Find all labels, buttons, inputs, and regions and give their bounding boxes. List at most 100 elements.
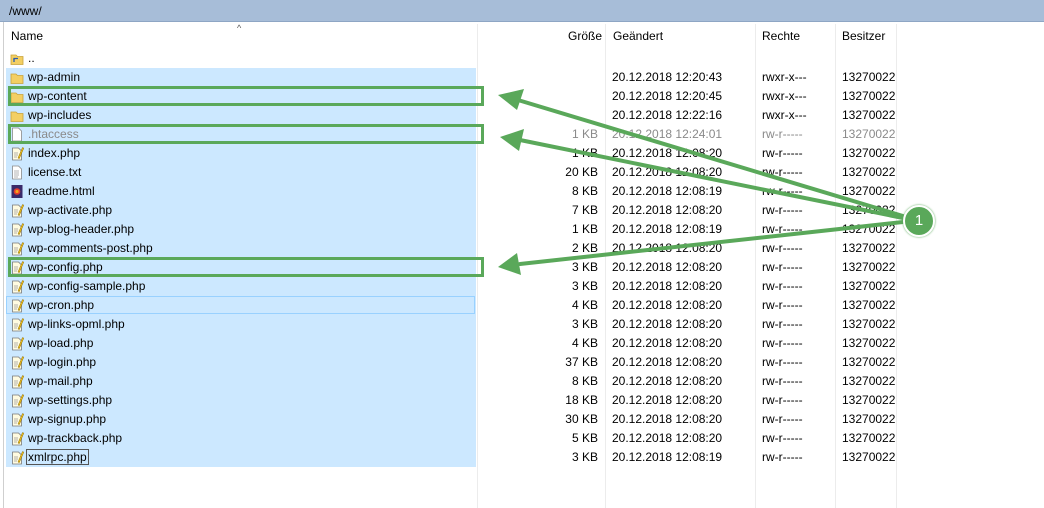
file-modified: 20.12.2018 12:08:19 [612,222,723,236]
file-owner: 13270022 [842,108,896,122]
file-owner: 13270022 [842,450,896,464]
file-owner: 13270022 [842,355,896,369]
file-permissions: rwxr-x--- [762,108,807,122]
file-modified: 20.12.2018 12:08:20 [612,412,723,426]
php-file-icon [12,413,24,427]
file-row[interactable]: wp-includes 20.12.2018 12:22:16 rwxr-x--- 1… [0,106,1044,125]
file-owner: 13270022 [842,279,896,293]
php-file-icon [12,147,24,161]
file-owner: 13270022 [842,70,896,84]
file-permissions: rw-r----- [762,222,803,236]
file-modified: 20.12.2018 12:08:20 [612,431,723,445]
file-name: wp-activate.php [28,203,113,217]
file-permissions: rw-r----- [762,393,803,407]
file-name: wp-config-sample.php [28,279,146,293]
file-owner: 13270022 [842,412,896,426]
column-size-header[interactable]: Größe [568,24,602,48]
file-modified: 20.12.2018 12:08:19 [612,450,723,464]
file-size: 30 KB [565,412,598,426]
file-row[interactable]: wp-mail.php 8 KB 20.12.2018 12:08:20 rw-r--… [0,372,1044,391]
file-row[interactable]: wp-load.php 4 KB 20.12.2018 12:08:20 rw-r--… [0,334,1044,353]
php-file-icon [12,242,24,256]
column-owner-header[interactable]: Besitzer [842,24,885,48]
file-row[interactable]: wp-admin 20.12.2018 12:20:43 rwxr-x--- 1327… [0,68,1044,87]
column-modified-header[interactable]: Geändert [613,24,663,48]
file-modified: 20.12.2018 12:08:20 [612,165,723,179]
file-name: wp-mail.php [28,374,93,388]
annotation-badge: 1 [903,205,935,237]
folder-icon [10,73,24,84]
file-modified: 20.12.2018 12:08:20 [612,260,723,274]
file-owner: 13270022 [842,260,896,274]
file-modified: 20.12.2018 12:22:16 [612,108,723,122]
file-row[interactable]: wp-config-sample.php 3 KB 20.12.2018 12:08… [0,277,1044,296]
file-size: 3 KB [571,279,598,293]
file-permissions: rw-r----- [762,203,803,217]
file-name: wp-signup.php [28,412,107,426]
file-row[interactable]: readme.html 8 KB 20.12.2018 12:08:19 rw-r--… [0,182,1044,201]
file-row[interactable]: wp-signup.php 30 KB 20.12.2018 12:08:20 rw-… [0,410,1044,429]
parent-label: .. [28,51,35,65]
file-permissions: rw-r----- [762,355,803,369]
php-file-icon [12,299,24,313]
file-size: 1 KB [571,222,598,236]
text-file-icon [12,165,22,180]
file-permissions: rw-r----- [762,450,803,464]
file-owner: 13270022 [842,431,896,445]
path-text: /www/ [9,4,42,18]
file-row[interactable]: wp-cron.php 4 KB 20.12.2018 12:08:20 rw-r--… [0,296,1044,315]
file-size: 1 KB [571,146,598,160]
file-name: xmlrpc.php [26,449,89,465]
file-name: wp-blog-header.php [28,222,135,236]
file-row[interactable]: index.php 1 KB 20.12.2018 12:08:20 rw-r----… [0,144,1044,163]
file-permissions: rw-r----- [762,298,803,312]
path-bar[interactable]: /www/ [0,0,1044,22]
file-row[interactable]: license.txt 20 KB 20.12.2018 12:08:20 rw-r-… [0,163,1044,182]
file-size: 5 KB [571,431,598,445]
php-file-icon [12,204,24,218]
file-owner: 13270022 [842,222,896,236]
file-owner: 13270022 [842,336,896,350]
file-size: 4 KB [571,336,598,350]
file-modified: 20.12.2018 12:24:01 [612,127,723,141]
file-modified: 20.12.2018 12:20:45 [612,89,723,103]
file-permissions: rw-r----- [762,431,803,445]
file-row[interactable]: xmlrpc.php 3 KB 20.12.2018 12:08:19 rw-r---… [0,448,1044,467]
column-name-header[interactable]: Name [11,24,43,48]
file-owner: 13270022 [842,89,896,103]
file-modified: 20.12.2018 12:08:20 [612,146,723,160]
file-modified: 20.12.2018 12:08:20 [612,393,723,407]
file-permissions: rw-r----- [762,279,803,293]
file-row[interactable]: wp-blog-header.php 1 KB 20.12.2018 12:08:1… [0,220,1044,239]
file-name: license.txt [28,165,82,179]
php-file-icon [12,375,24,389]
highlight-wp-content [8,86,484,106]
folder-icon [10,111,24,122]
file-row[interactable]: wp-settings.php 18 KB 20.12.2018 12:08:20 r… [0,391,1044,410]
file-name: wp-comments-post.php [28,241,153,255]
file-name: wp-admin [28,70,81,84]
sort-ascending-icon: ^ [237,23,242,33]
file-row[interactable]: wp-activate.php 7 KB 20.12.2018 12:08:20 rw… [0,201,1044,220]
file-owner: 13270022 [842,298,896,312]
file-row[interactable]: wp-links-opml.php 3 KB 20.12.2018 12:08:20… [0,315,1044,334]
parent-directory-row[interactable]: .. [0,49,1044,68]
file-row[interactable]: wp-login.php 37 KB 20.12.2018 12:08:20 rw-r… [0,353,1044,372]
file-size: 8 KB [571,374,598,388]
file-size: 18 KB [565,393,598,407]
file-row[interactable]: wp-trackback.php 5 KB 20.12.2018 12:08:20 r… [0,429,1044,448]
file-size: 37 KB [565,355,598,369]
column-rights-header[interactable]: Rechte [762,24,800,48]
file-owner: 13270022 [842,146,896,160]
file-row[interactable]: wp-comments-post.php 2 KB 20.12.2018 12:08… [0,239,1044,258]
file-permissions: rw-r----- [762,336,803,350]
file-permissions: rwxr-x--- [762,70,807,84]
file-name: readme.html [28,184,95,198]
file-modified: 20.12.2018 12:08:20 [612,317,723,331]
file-name: wp-includes [28,108,92,122]
parent-folder-icon [10,54,24,65]
file-permissions: rw-r----- [762,374,803,388]
file-owner: 13270022 [842,241,896,255]
php-file-icon [12,356,24,370]
file-owner: 13270022 [842,165,896,179]
